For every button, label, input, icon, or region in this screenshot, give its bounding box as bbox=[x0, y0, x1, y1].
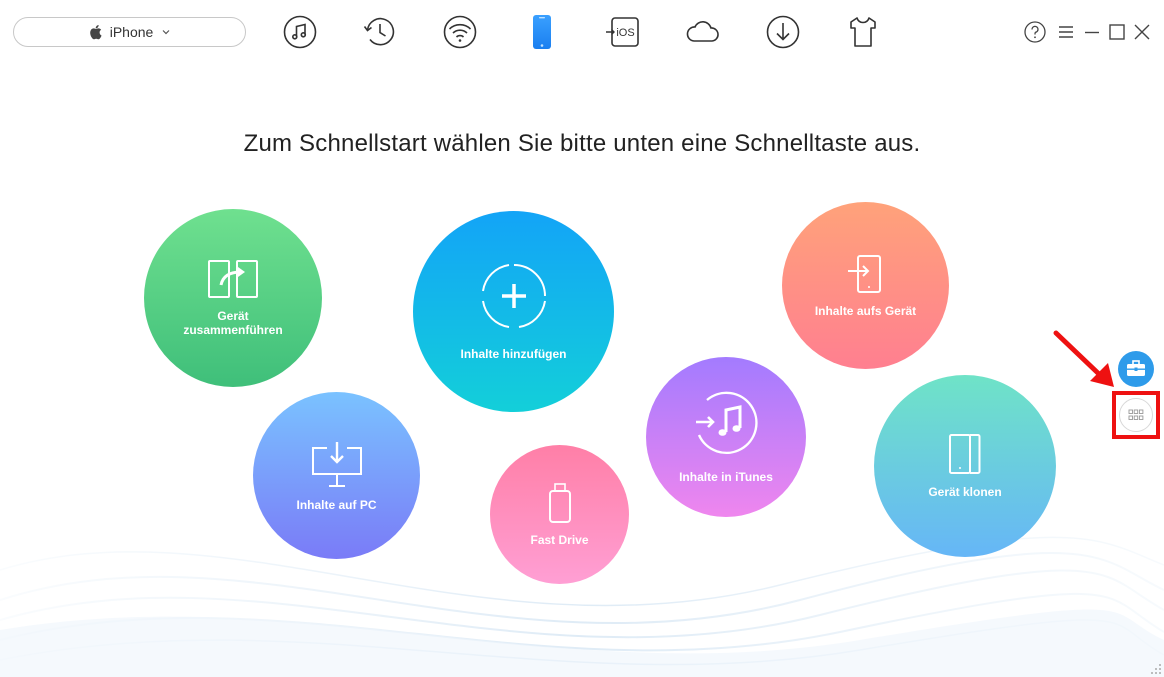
wifi-icon bbox=[443, 15, 477, 49]
clone-label: Gerät klonen bbox=[928, 485, 1002, 499]
ios-label: iOS bbox=[616, 27, 634, 39]
to-itunes-label: Inhalte in iTunes bbox=[679, 470, 773, 484]
add-content-button[interactable]: Inhalte hinzufügen bbox=[413, 211, 614, 412]
nav-ios-transfer[interactable]: iOS bbox=[603, 12, 643, 52]
itunes-icon bbox=[696, 391, 758, 455]
content-to-device-button[interactable]: Inhalte aufs Gerät bbox=[782, 202, 949, 369]
nav-wifi[interactable] bbox=[440, 12, 480, 52]
nav-phone[interactable] bbox=[522, 12, 562, 52]
ios-transfer-icon: iOS bbox=[606, 17, 639, 47]
history-icon bbox=[363, 17, 395, 46]
minimize-button[interactable] bbox=[1079, 19, 1105, 45]
close-button[interactable] bbox=[1129, 19, 1155, 45]
to-device-icon bbox=[847, 254, 881, 293]
phone-icon bbox=[533, 15, 551, 49]
top-toolbar: iPhone iOS bbox=[0, 0, 1164, 64]
fast-drive-label: Fast Drive bbox=[530, 532, 589, 547]
toolbox-button[interactable] bbox=[1118, 351, 1154, 387]
clone-device-button[interactable]: Gerät klonen bbox=[874, 375, 1056, 557]
red-arrow-annotation bbox=[1053, 330, 1114, 387]
grid-icon bbox=[1128, 409, 1144, 420]
menu-icon bbox=[1059, 26, 1073, 38]
more-apps-button[interactable] bbox=[1119, 398, 1153, 432]
page-title: Zum Schnellstart wählen Sie bitte unten … bbox=[243, 130, 921, 157]
merge-device-button[interactable]: Gerät zusammenführen bbox=[144, 209, 322, 387]
monitor-download-icon bbox=[311, 441, 362, 487]
to-pc-label: Inhalte auf PC bbox=[296, 497, 377, 512]
minimize-icon bbox=[1085, 31, 1099, 34]
nav-music[interactable] bbox=[280, 12, 320, 52]
maximize-button[interactable] bbox=[1104, 19, 1130, 45]
merge-icon bbox=[208, 260, 258, 298]
content-to-pc-button[interactable]: Inhalte auf PC bbox=[253, 392, 420, 559]
usb-drive-icon bbox=[548, 482, 571, 523]
fast-drive-button[interactable]: Fast Drive bbox=[490, 445, 629, 584]
nav-history[interactable] bbox=[360, 12, 400, 52]
to-device-label: Inhalte aufs Gerät bbox=[814, 303, 917, 318]
menu-button[interactable] bbox=[1053, 19, 1079, 45]
resize-grip-icon[interactable] bbox=[1150, 663, 1162, 675]
plus-circle-icon bbox=[481, 263, 546, 328]
download-icon bbox=[766, 15, 800, 49]
nav-theme[interactable] bbox=[843, 12, 883, 52]
music-icon bbox=[283, 15, 317, 49]
nav-cloud[interactable] bbox=[683, 12, 723, 52]
help-icon bbox=[1024, 21, 1046, 43]
tshirt-icon bbox=[850, 17, 876, 47]
merge-label-2: zusammenführen bbox=[183, 323, 283, 337]
device-selector[interactable]: iPhone bbox=[13, 17, 246, 47]
maximize-icon bbox=[1109, 24, 1125, 40]
cloud-icon bbox=[686, 21, 719, 42]
merge-label-1: Gerät bbox=[217, 309, 249, 323]
close-icon bbox=[1134, 24, 1150, 40]
chevron-down-icon bbox=[162, 30, 170, 35]
clone-phones-icon bbox=[949, 434, 981, 474]
device-name: iPhone bbox=[109, 24, 154, 40]
content-to-itunes-button[interactable]: Inhalte in iTunes bbox=[646, 357, 806, 517]
help-button[interactable] bbox=[1022, 19, 1048, 45]
add-content-label: Inhalte hinzufügen bbox=[460, 346, 567, 361]
toolbox-icon bbox=[1127, 360, 1145, 376]
apple-icon bbox=[89, 25, 102, 40]
nav-download[interactable] bbox=[763, 12, 803, 52]
